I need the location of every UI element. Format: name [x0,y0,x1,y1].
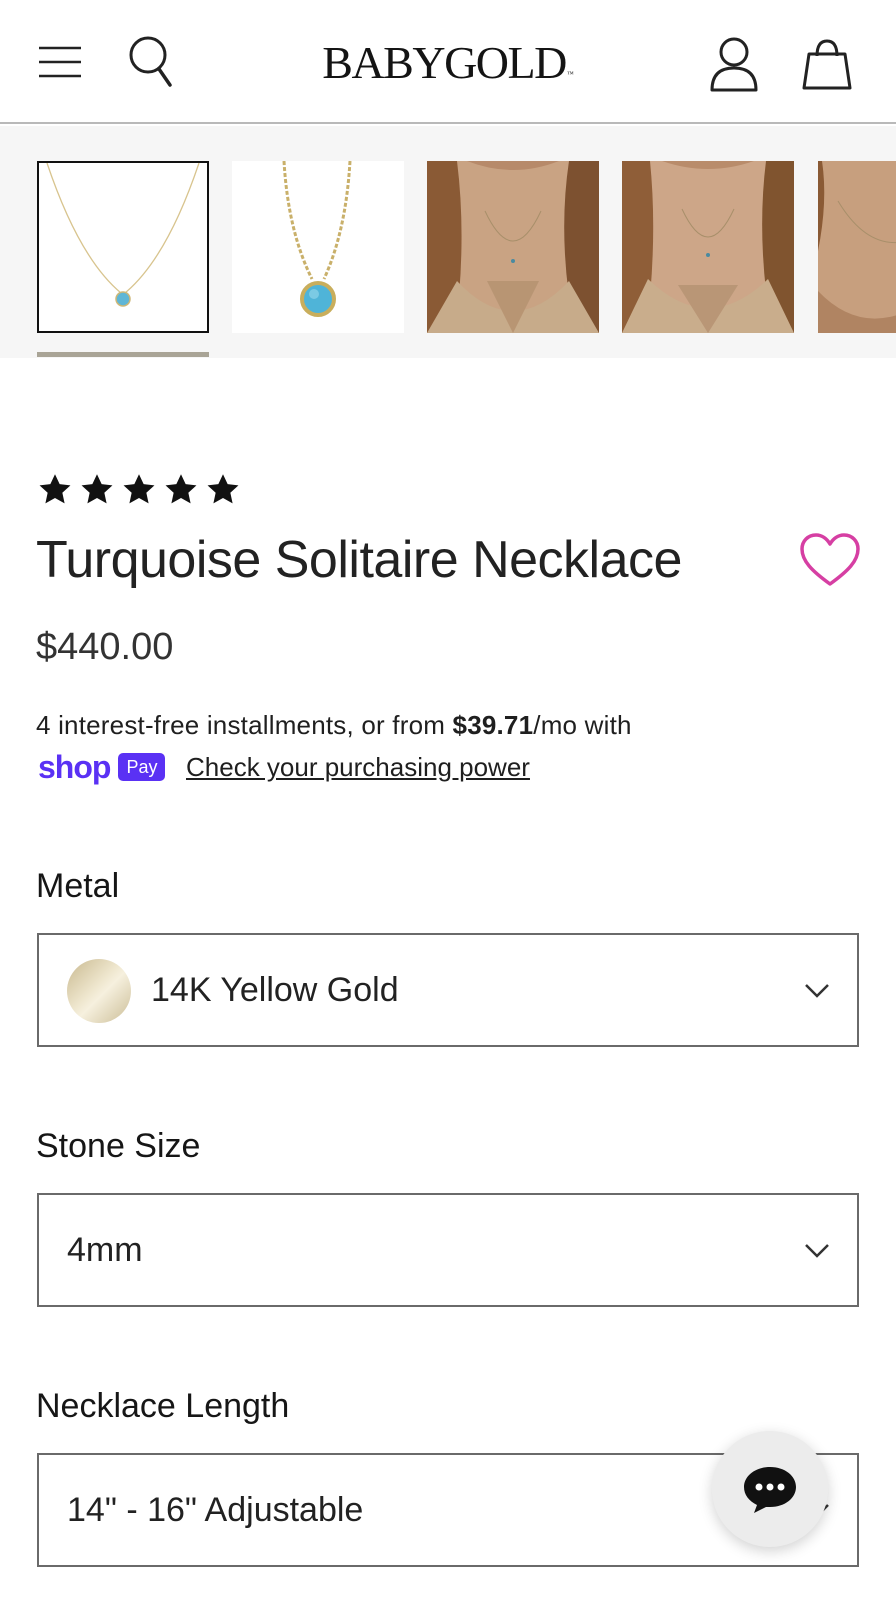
product-price: $440.00 [36,626,174,668]
model-photo [427,161,599,333]
shop-pay-logo: shop Pay [38,749,166,785]
menu-icon [39,46,81,78]
star-rating[interactable] [36,472,242,508]
necklace-length-label: Necklace Length [36,1387,290,1425]
necklace-closeup-image [282,161,352,317]
metal-select[interactable]: 14K Yellow Gold [37,933,859,1047]
gallery-thumbnail[interactable] [818,161,896,333]
metal-value: 14K Yellow Gold [151,971,399,1009]
star-icon [39,474,71,504]
shop-pay-wordmark: shop [38,749,111,785]
gallery-scroll-indicator [37,352,209,357]
metal-swatch [67,959,131,1023]
model-photo-partial [818,161,896,333]
image-gallery [0,126,896,358]
star-icon [165,474,197,504]
star-icon [81,474,113,504]
site-header: BABYGOLD™ [0,0,896,124]
chat-button[interactable] [712,1431,828,1547]
star-icon [207,474,239,504]
installments-text: 4 interest-free installments, or from $3… [36,710,632,740]
bag-icon [802,39,852,90]
stone-size-value: 4mm [67,1231,143,1269]
search-button[interactable] [124,32,180,92]
model-photo-alt [622,161,794,333]
chevron-down-icon [805,1244,829,1258]
cart-button[interactable] [798,34,856,94]
wishlist-button[interactable] [798,532,862,588]
gallery-thumbnail[interactable] [427,161,599,333]
product-title: Turquoise Solitaire Necklace [36,531,682,589]
star-icon [123,474,155,504]
shop-pay-badge: Pay [118,753,166,781]
gallery-thumbnail[interactable] [37,161,209,333]
metal-label: Metal [36,867,120,905]
installment-amount: $39.71 [452,710,534,740]
gallery-thumbnail[interactable] [622,161,794,333]
chat-icon [744,1467,796,1513]
necklace-image [46,163,200,307]
account-icon [710,37,758,92]
site-logo[interactable]: BABYGOLD™ [290,38,606,88]
search-icon [129,36,172,87]
account-button[interactable] [706,34,762,94]
necklace-length-value: 14" - 16" Adjustable [67,1491,364,1529]
stone-size-select[interactable]: 4mm [37,1193,859,1307]
stone-size-label: Stone Size [36,1127,201,1165]
purchasing-power-link[interactable]: Check your purchasing power [186,750,530,784]
gallery-thumbnail[interactable] [232,161,404,333]
heart-icon [800,533,860,586]
menu-button[interactable] [34,36,86,88]
chevron-down-icon [805,984,829,998]
